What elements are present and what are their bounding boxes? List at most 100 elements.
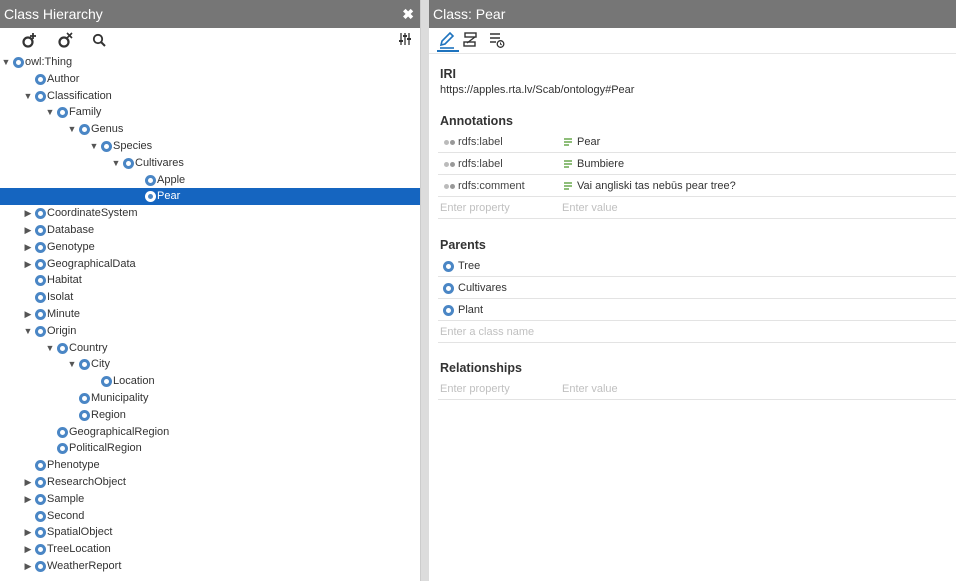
search-icon[interactable] — [92, 32, 106, 51]
tree-node[interactable]: ▼ Origin — [0, 323, 420, 340]
expand-triangle-icon[interactable]: ▶ — [22, 256, 34, 273]
tree-node[interactable]: ▼ Species — [0, 138, 420, 155]
tree-node[interactable]: ▶ CoordinateSystem — [0, 205, 420, 222]
tree-node[interactable]: ▶ Minute — [0, 306, 420, 323]
collapse-triangle-icon[interactable]: ▼ — [22, 323, 34, 340]
expand-triangle-icon[interactable]: ▶ — [22, 474, 34, 491]
tree-node[interactable]: ▶ ResearchObject — [0, 474, 420, 491]
tree-node-label: Cultivares — [135, 156, 184, 169]
class-circle-icon — [443, 305, 454, 316]
class-circle-icon — [35, 292, 46, 304]
tree-node-label: PoliticalRegion — [69, 442, 142, 455]
tree-node[interactable]: ▼ Cultivares — [0, 155, 420, 172]
parent-class-row[interactable]: Cultivares — [438, 278, 956, 299]
tree-node-label: Sample — [47, 492, 85, 505]
tree-node[interactable]: Isolat — [0, 289, 420, 306]
class-circle-icon — [79, 409, 90, 421]
annotation-row[interactable]: rdfs:label Bumbiere — [438, 154, 956, 175]
tree-node-label: TreeLocation — [47, 543, 111, 556]
tree-node[interactable]: ▼ Country — [0, 340, 420, 357]
class-circle-icon — [35, 208, 46, 220]
class-circle-icon — [79, 124, 90, 136]
expand-triangle-icon[interactable]: ▶ — [22, 239, 34, 256]
collapse-triangle-icon[interactable]: ▼ — [110, 155, 122, 172]
tree-node[interactable]: Author — [0, 71, 420, 88]
tree-node[interactable]: ▶ Database — [0, 222, 420, 239]
class-circle-icon — [443, 283, 454, 294]
tree-node[interactable]: ▶ TreeLocation — [0, 541, 420, 558]
class-circle-icon — [443, 261, 454, 272]
close-icon[interactable]: ✖ — [402, 0, 414, 28]
tree-node[interactable]: GeographicalRegion — [0, 424, 420, 441]
detail-tabs — [429, 28, 956, 54]
edit-pencil-icon[interactable] — [437, 30, 459, 52]
relationship-property-input[interactable]: Enter property — [440, 379, 510, 400]
tree-node[interactable]: Municipality — [0, 390, 420, 407]
expand-triangle-icon[interactable]: ▶ — [22, 541, 34, 558]
tree-node[interactable]: ▼ owl:Thing — [0, 54, 420, 71]
tree-node[interactable]: ▼ City — [0, 356, 420, 373]
tree-node[interactable]: Second — [0, 508, 420, 525]
tree-node-label: Region — [91, 408, 126, 421]
class-hierarchy-header: Class Hierarchy ✖ — [0, 0, 420, 28]
tree-node[interactable]: Location — [0, 373, 420, 390]
collapse-triangle-icon[interactable]: ▼ — [66, 356, 78, 373]
class-circle-icon — [35, 527, 46, 539]
tree-node[interactable]: Region — [0, 407, 420, 424]
tree-node-label: Municipality — [91, 392, 149, 404]
parent-class-row[interactable]: Tree — [438, 256, 956, 277]
annotation-row[interactable]: rdfs:comment Vai angliski tas nebūs pear … — [438, 176, 956, 197]
expand-triangle-icon[interactable]: ▶ — [22, 222, 34, 239]
literal-icon — [564, 159, 572, 168]
parent-entry-row: Enter a class name — [438, 322, 956, 343]
expand-triangle-icon[interactable]: ▶ — [22, 524, 34, 541]
expand-triangle-icon[interactable]: ▶ — [22, 205, 34, 222]
tree-node[interactable]: Pear — [0, 188, 420, 206]
delete-class-icon[interactable] — [58, 32, 76, 51]
tree-node[interactable]: ▼ Genus — [0, 121, 420, 138]
tree-node[interactable]: ▶ GeographicalData — [0, 256, 420, 273]
collapse-triangle-icon[interactable]: ▼ — [22, 88, 34, 105]
collapse-triangle-icon[interactable]: ▼ — [66, 121, 78, 138]
tree-node-label: Pear — [157, 190, 181, 203]
collapse-triangle-icon[interactable]: ▼ — [44, 340, 56, 357]
add-subclass-icon[interactable] — [22, 32, 40, 51]
tree-node-label: owl:Thing — [25, 56, 73, 68]
class-circle-icon — [35, 460, 46, 472]
tree-node[interactable]: ▶ Genotype — [0, 239, 420, 256]
annotation-row[interactable]: rdfs:label Pear — [438, 132, 956, 153]
hierarchy-graph-icon[interactable] — [461, 30, 483, 52]
parent-class-row[interactable]: Plant — [438, 300, 956, 321]
tree-node[interactable]: ▼ Family — [0, 104, 420, 121]
annotation-property-input[interactable]: Enter property — [440, 198, 510, 219]
panel-splitter[interactable] — [421, 0, 429, 581]
tree-node-label: Database — [47, 224, 95, 236]
usage-list-icon[interactable] — [487, 30, 509, 52]
tree-node[interactable]: Phenotype — [0, 457, 420, 474]
tree-node[interactable]: Habitat — [0, 272, 420, 289]
collapse-triangle-icon[interactable]: ▼ — [0, 54, 12, 71]
collapse-triangle-icon[interactable]: ▼ — [88, 138, 100, 155]
tree-node[interactable]: ▶ SpatialObject — [0, 524, 420, 541]
class-circle-icon — [57, 426, 68, 438]
class-circle-icon — [35, 477, 46, 488]
expand-triangle-icon[interactable]: ▶ — [22, 306, 34, 323]
class-circle-icon — [35, 225, 46, 236]
tree-node[interactable]: ▶ WeatherReport — [0, 558, 420, 575]
tree-node[interactable]: ▼ Classification — [0, 88, 420, 105]
class-circle-icon — [35, 241, 46, 253]
relationship-value-input[interactable]: Enter value — [562, 379, 618, 400]
class-detail-title: Class: Pear — [433, 6, 506, 22]
tree-node[interactable]: PoliticalRegion — [0, 440, 420, 457]
class-circle-icon — [57, 107, 68, 119]
expand-triangle-icon[interactable]: ▶ — [22, 491, 34, 508]
tree-node-label: GeographicalData — [47, 257, 136, 270]
collapse-triangle-icon[interactable]: ▼ — [44, 104, 56, 121]
annotation-value-input[interactable]: Enter value — [562, 198, 618, 219]
sliders-icon[interactable] — [398, 32, 412, 49]
iri-value: https://apples.rta.lv/Scab/ontology#Pear — [440, 84, 635, 96]
expand-triangle-icon[interactable]: ▶ — [22, 558, 34, 575]
tree-node[interactable]: Apple — [0, 172, 420, 189]
tree-node[interactable]: ▶ Sample — [0, 491, 420, 508]
parent-class-input[interactable]: Enter a class name — [440, 322, 534, 343]
